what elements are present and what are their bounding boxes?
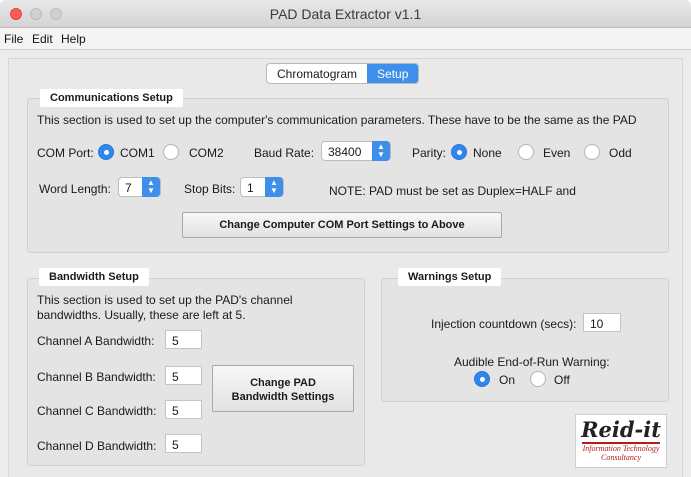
word-length-label: Word Length:	[39, 182, 111, 196]
tab-bar: Chromatogram Setup	[266, 63, 420, 84]
change-bandwidth-button-line2: Bandwidth Settings	[231, 391, 335, 403]
channel-a-bandwidth-input[interactable]: 5	[165, 330, 202, 349]
bandwidth-description-line2: bandwidths. Usually, these are left at 5…	[37, 308, 246, 322]
com2-radio[interactable]	[163, 144, 179, 160]
warnings-setup-legend: Warnings Setup	[398, 268, 502, 286]
logo-tagline2: Consultancy	[601, 453, 641, 462]
logo-name: Reid-it	[581, 417, 661, 442]
com1-label: COM1	[120, 146, 155, 160]
change-com-port-settings-button[interactable]: Change Computer COM Port Settings to Abo…	[182, 212, 502, 238]
stop-bits-label: Stop Bits:	[184, 182, 236, 196]
chevron-up-down-icon: ▲ ▼	[142, 177, 160, 197]
menu-file[interactable]: File	[4, 32, 23, 46]
title-bar: PAD Data Extractor v1.1	[0, 0, 691, 28]
app-window: PAD Data Extractor v1.1 File Edit Help C…	[0, 0, 691, 477]
parity-odd-radio[interactable]	[584, 144, 600, 160]
audible-warning-label: Audible End-of-Run Warning:	[454, 355, 610, 369]
channel-d-label: Channel D Bandwidth:	[37, 439, 157, 453]
baud-rate-select[interactable]: 38400 ▲ ▼	[321, 141, 391, 161]
parity-even-radio[interactable]	[518, 144, 534, 160]
change-bandwidth-settings-button[interactable]: Change PAD Bandwidth Settings	[212, 365, 354, 412]
menu-bar: File Edit Help	[0, 28, 691, 50]
stop-bits-value: 1	[247, 181, 254, 195]
window-title: PAD Data Extractor v1.1	[269, 6, 422, 22]
parity-odd-label: Odd	[609, 146, 632, 160]
channel-d-bandwidth-input[interactable]: 5	[165, 434, 202, 453]
parity-none-radio[interactable]	[451, 144, 467, 160]
injection-countdown-input[interactable]: 10	[583, 313, 621, 332]
change-bandwidth-button-line1: Change PAD	[250, 377, 316, 389]
bandwidth-setup-legend: Bandwidth Setup	[39, 268, 149, 286]
injection-countdown-label: Injection countdown (secs):	[431, 317, 577, 331]
audible-on-label: On	[499, 373, 516, 387]
word-length-select[interactable]: 7 ▲ ▼	[118, 177, 161, 197]
channel-a-label: Channel A Bandwidth:	[37, 334, 155, 348]
baud-rate-label: Baud Rate:	[254, 146, 315, 160]
warnings-setup-group	[381, 278, 669, 402]
menu-help[interactable]: Help	[61, 32, 86, 46]
stop-bits-select[interactable]: 1 ▲ ▼	[240, 177, 284, 197]
audible-off-label: Off	[554, 373, 570, 387]
com-port-label: COM Port:	[37, 146, 94, 160]
chevron-up-down-icon: ▲ ▼	[372, 141, 390, 161]
bandwidth-description-line1: This section is used to set up the PAD's…	[37, 293, 293, 307]
parity-none-label: None	[473, 146, 502, 160]
word-length-value: 7	[125, 181, 132, 195]
logo-tagline1: Information Technology	[582, 444, 660, 453]
baud-rate-value: 38400	[328, 145, 362, 159]
channel-c-bandwidth-input[interactable]: 5	[165, 400, 202, 419]
chevron-up-down-icon: ▲ ▼	[265, 177, 283, 197]
reid-it-logo: Reid-it Information Technology Consultan…	[575, 414, 667, 468]
parity-even-label: Even	[543, 146, 571, 160]
tab-setup[interactable]: Setup	[367, 64, 419, 83]
com1-radio[interactable]	[98, 144, 114, 160]
channel-b-label: Channel B Bandwidth:	[37, 370, 156, 384]
communications-description: This section is used to set up the compu…	[37, 113, 637, 127]
audible-off-radio[interactable]	[530, 371, 546, 387]
pad-duplex-note: NOTE: PAD must be set as Duplex=HALF and	[329, 184, 576, 198]
channel-b-bandwidth-input[interactable]: 5	[165, 366, 202, 385]
communications-setup-legend: Communications Setup	[40, 89, 183, 107]
audible-on-radio[interactable]	[474, 371, 490, 387]
com2-label: COM2	[189, 146, 224, 160]
tab-chromatogram[interactable]: Chromatogram	[267, 64, 367, 83]
menu-edit[interactable]: Edit	[32, 32, 53, 46]
parity-label: Parity:	[412, 146, 447, 160]
channel-c-label: Channel C Bandwidth:	[37, 404, 157, 418]
